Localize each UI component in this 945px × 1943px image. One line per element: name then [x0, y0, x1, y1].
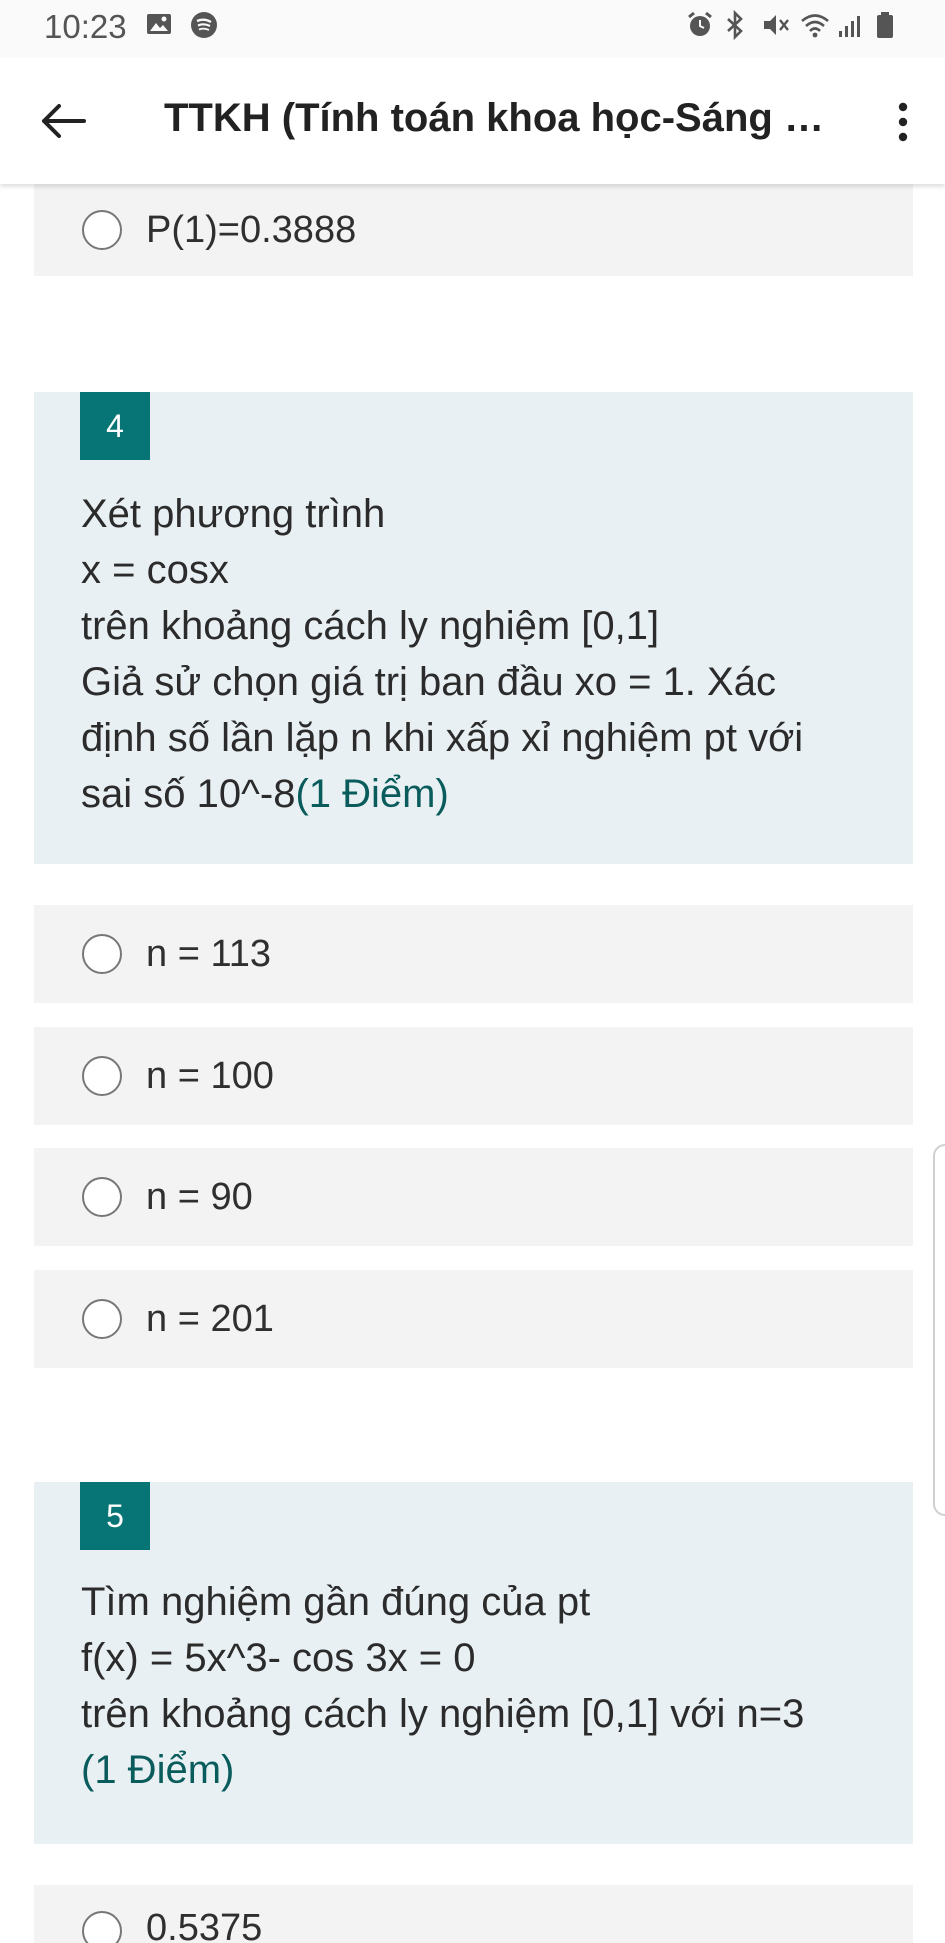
battery-icon — [875, 10, 905, 40]
question-number: 4 — [80, 392, 150, 460]
question-card: 4 Xét phương trình x = cosx trên khoảng … — [34, 392, 913, 864]
scroll-handle[interactable] — [933, 1144, 945, 1516]
status-time: 10:23 — [44, 8, 127, 45]
option-label: n = 113 — [146, 932, 272, 975]
question-line: trên khoảng cách ly nghiệm [0,1] — [81, 604, 660, 648]
option-label: n = 90 — [146, 1175, 253, 1218]
radio-button[interactable] — [82, 210, 122, 250]
status-bar: 10:23 — [0, 0, 945, 58]
option-label: P(1)=0.3888 — [146, 208, 357, 251]
bluetooth-icon — [723, 9, 753, 41]
question-line: f(x) = 5x^3- cos 3x = 0 — [81, 1636, 476, 1680]
answer-option[interactable]: n = 100 — [34, 1027, 913, 1125]
gallery-icon — [145, 10, 175, 40]
radio-button[interactable] — [82, 1056, 122, 1096]
radio-button[interactable] — [82, 1911, 122, 1943]
radio-button[interactable] — [82, 934, 122, 974]
option-label: n = 201 — [146, 1297, 274, 1340]
signal-icon — [837, 10, 867, 40]
answer-option[interactable]: n = 201 — [34, 1270, 913, 1368]
mute-icon — [761, 10, 791, 40]
question-line: trên khoảng cách ly nghiệm [0,1] với n=3 — [81, 1692, 805, 1736]
alarm-icon — [685, 10, 715, 40]
points-label: (1 Điểm) — [81, 1748, 235, 1792]
answer-option[interactable]: 0.5375 — [34, 1885, 913, 1943]
question-line: Tìm nghiệm gần đúng của pt — [81, 1580, 591, 1624]
more-options-button[interactable] — [883, 94, 923, 150]
radio-button[interactable] — [82, 1177, 122, 1217]
points-label: (1 Điểm) — [295, 772, 449, 816]
question-line: định số lần lặp n khi xấp xỉ nghiệm pt v… — [81, 716, 804, 760]
option-label: n = 100 — [146, 1054, 274, 1097]
radio-button[interactable] — [82, 1299, 122, 1339]
question-card: 5 Tìm nghiệm gần đúng của pt f(x) = 5x^3… — [34, 1482, 913, 1844]
question-text: Tìm nghiệm gần đúng của pt f(x) = 5x^3- … — [81, 1574, 881, 1798]
question-line: sai số 10^-8 — [81, 772, 296, 816]
more-vert-icon — [898, 102, 908, 142]
wifi-icon — [799, 10, 829, 40]
question-number: 5 — [80, 1482, 150, 1550]
page-title: TTKH (Tính toán khoa học-Sáng th... — [164, 96, 824, 140]
question-text: Xét phương trình x = cosx trên khoảng cá… — [81, 486, 881, 822]
option-label: 0.5375 — [146, 1907, 263, 1943]
app-bar: TTKH (Tính toán khoa học-Sáng th... — [0, 58, 945, 184]
spotify-icon — [189, 10, 219, 40]
back-button[interactable] — [36, 94, 90, 148]
answer-option[interactable]: n = 113 — [34, 905, 913, 1003]
question-line: Xét phương trình — [81, 492, 386, 536]
answer-option[interactable]: n = 90 — [34, 1148, 913, 1246]
arrow-left-icon — [42, 104, 86, 138]
answer-option[interactable]: P(1)=0.3888 — [34, 184, 913, 276]
question-line: Giả sử chọn giá trị ban đầu xo = 1. Xác — [81, 660, 776, 704]
question-line: x = cosx — [81, 548, 229, 592]
